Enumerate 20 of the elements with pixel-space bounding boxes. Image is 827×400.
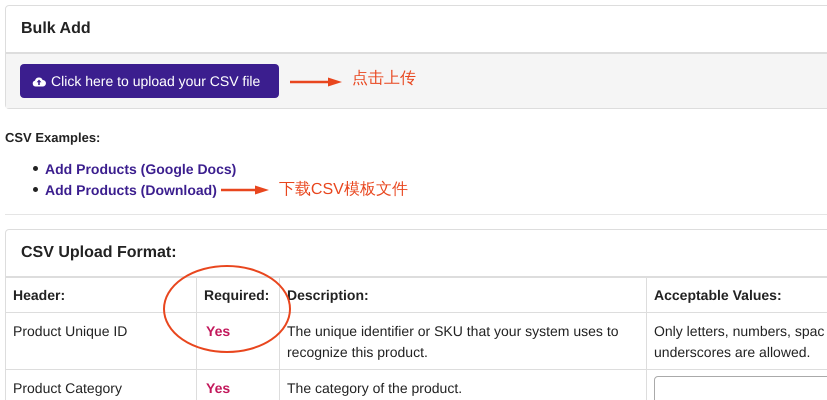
example-link[interactable]: Add Products (Google Docs) [45, 160, 236, 176]
column-header: Header: [6, 278, 196, 312]
cell-text: underscores are allowed. [654, 343, 810, 362]
arrow-icon [290, 77, 342, 87]
column-header: Acceptable Values: [646, 278, 827, 312]
panel-title: CSV Upload Format: [21, 244, 177, 262]
column-header: Description: [280, 278, 646, 312]
annotation-text: 下载CSV模板文件 [278, 180, 408, 200]
example-link[interactable]: Add Products (Download) [45, 182, 217, 198]
cloud-upload-icon [32, 76, 46, 86]
examples-heading: CSV Examples: [5, 130, 102, 145]
table-cell: Product Unique ID [6, 312, 196, 370]
table-cell: The unique identifier or SKU that your system uses to recognize this product. [280, 312, 646, 370]
arrow-icon [220, 184, 269, 194]
table-cell: Yes [196, 312, 280, 370]
cell-text: Only letters, numbers, spac [654, 322, 824, 341]
annotation-text: 点击上传 [352, 68, 416, 88]
upload-button[interactable]: Click here to upload your CSV file [20, 64, 279, 98]
column-header: Required: [196, 278, 280, 312]
panel-title: Bulk Add [21, 20, 91, 38]
